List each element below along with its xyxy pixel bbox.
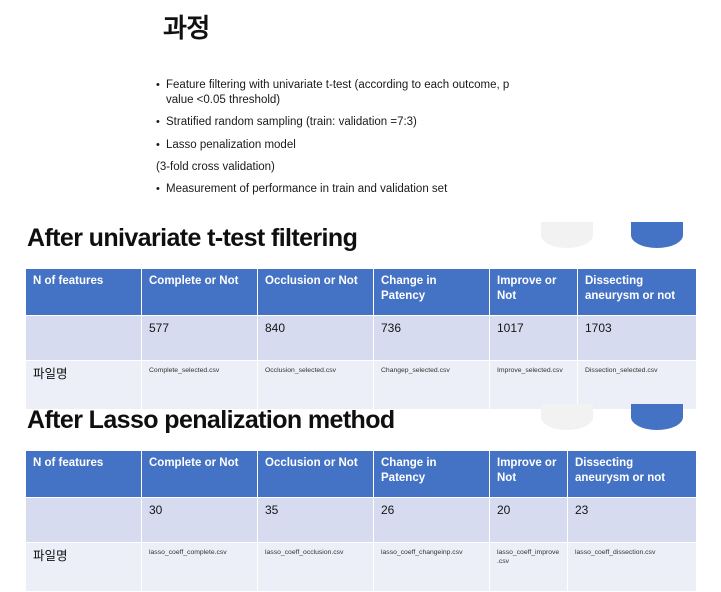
cell-value: 736 — [373, 315, 490, 361]
row-label-filename: 파일명 — [25, 542, 142, 592]
column-header-complete-or-not: Complete or Not — [141, 268, 258, 316]
list-item-text: Stratified random sampling (train: valid… — [166, 116, 417, 129]
page-title: 과정 — [163, 13, 210, 43]
list-item: • Feature filtering with univariate t-te… — [156, 78, 531, 108]
column-header-improve-or-not: Improve or Not — [489, 450, 568, 498]
cell-value: 840 — [257, 315, 374, 361]
table-header-row: N of features Complete or Not Occlusion … — [25, 268, 697, 316]
process-bullet-list: • Feature filtering with univariate t-te… — [156, 78, 531, 204]
cell-filename: Occlusion_selected.csv — [257, 360, 374, 410]
table-row: 577 840 736 1017 1703 — [25, 315, 697, 361]
column-header-n-of-features: N of features — [25, 450, 142, 498]
cell-filename: lasso_coeff_complete.csv — [141, 542, 258, 592]
bullet-dot-icon: • — [156, 138, 160, 151]
bullet-dot-icon: • — [156, 79, 160, 91]
cell-filename: Dissection_selected.csv — [577, 360, 697, 410]
semicircle-gray-icon — [541, 404, 593, 430]
cell-value: 23 — [567, 497, 697, 543]
column-header-complete-or-not: Complete or Not — [141, 450, 258, 498]
cell-value: 26 — [373, 497, 490, 543]
lasso-results-table: N of features Complete or Not Occlusion … — [25, 450, 697, 592]
semicircle-gray-icon — [541, 222, 593, 248]
column-header-change-in-patency: Change in Patency — [373, 268, 490, 316]
column-header-change-in-patency: Change in Patency — [373, 450, 490, 498]
cell-filename: lasso_coeff_changeinp.csv — [373, 542, 490, 592]
list-item: • Lasso penalization model — [156, 138, 531, 153]
row-label — [25, 497, 142, 543]
column-header-improve-or-not: Improve or Not — [489, 268, 578, 316]
list-item: • Stratified random sampling (train: val… — [156, 115, 531, 130]
table-row: 30 35 26 20 23 — [25, 497, 697, 543]
cell-filename: lasso_coeff_occlusion.csv — [257, 542, 374, 592]
column-header-dissecting-aneurysm-or-not: Dissecting aneurysm or not — [567, 450, 697, 498]
cell-filename: lasso_coeff_dissection.csv — [567, 542, 697, 592]
bullet-dot-icon: • — [156, 116, 160, 129]
row-label-filename: 파일명 — [25, 360, 142, 410]
column-header-occlusion-or-not: Occlusion or Not — [257, 268, 374, 316]
cell-filename: Complete_selected.csv — [141, 360, 258, 410]
list-item-plain: (3-fold cross validation) — [156, 160, 275, 173]
semicircle-blue-icon — [631, 222, 683, 248]
section-title: After Lasso penalization method — [27, 406, 395, 434]
list-item-text: Measurement of performance in train and … — [166, 182, 448, 195]
section-univariate-filtering: After univariate t-test filtering N of f… — [0, 222, 721, 410]
table-header-row: N of features Complete or Not Occlusion … — [25, 450, 697, 498]
list-item: • Measurement of performance in train an… — [156, 182, 531, 197]
column-header-n-of-features: N of features — [25, 268, 142, 316]
cell-value: 577 — [141, 315, 258, 361]
semicircle-blue-icon — [631, 404, 683, 430]
cell-filename: lasso_coeff_improve.csv — [489, 542, 568, 592]
column-header-dissecting-aneurysm-or-not: Dissecting aneurysm or not — [577, 268, 697, 316]
section-header: After univariate t-test filtering — [0, 222, 721, 268]
row-label — [25, 315, 142, 361]
cell-value: 1703 — [577, 315, 697, 361]
cell-filename: Improve_selected.csv — [489, 360, 578, 410]
section-header: After Lasso penalization method — [0, 404, 721, 450]
column-header-occlusion-or-not: Occlusion or Not — [257, 450, 374, 498]
bullet-dot-icon: • — [156, 182, 160, 195]
cell-filename: Changep_selected.csv — [373, 360, 490, 410]
list-item-text: Feature filtering with univariate t-test… — [166, 79, 510, 107]
cell-value: 20 — [489, 497, 568, 543]
cell-value: 1017 — [489, 315, 578, 361]
table-row: 파일명 Complete_selected.csv Occlusion_sele… — [25, 360, 697, 410]
cell-value: 30 — [141, 497, 258, 543]
section-title: After univariate t-test filtering — [27, 224, 358, 252]
table-row: 파일명 lasso_coeff_complete.csv lasso_coeff… — [25, 542, 697, 592]
cell-value: 35 — [257, 497, 374, 543]
univariate-results-table: N of features Complete or Not Occlusion … — [25, 268, 697, 410]
section-lasso-penalization: After Lasso penalization method N of fea… — [0, 404, 721, 592]
list-item-text: Lasso penalization model — [166, 138, 296, 151]
